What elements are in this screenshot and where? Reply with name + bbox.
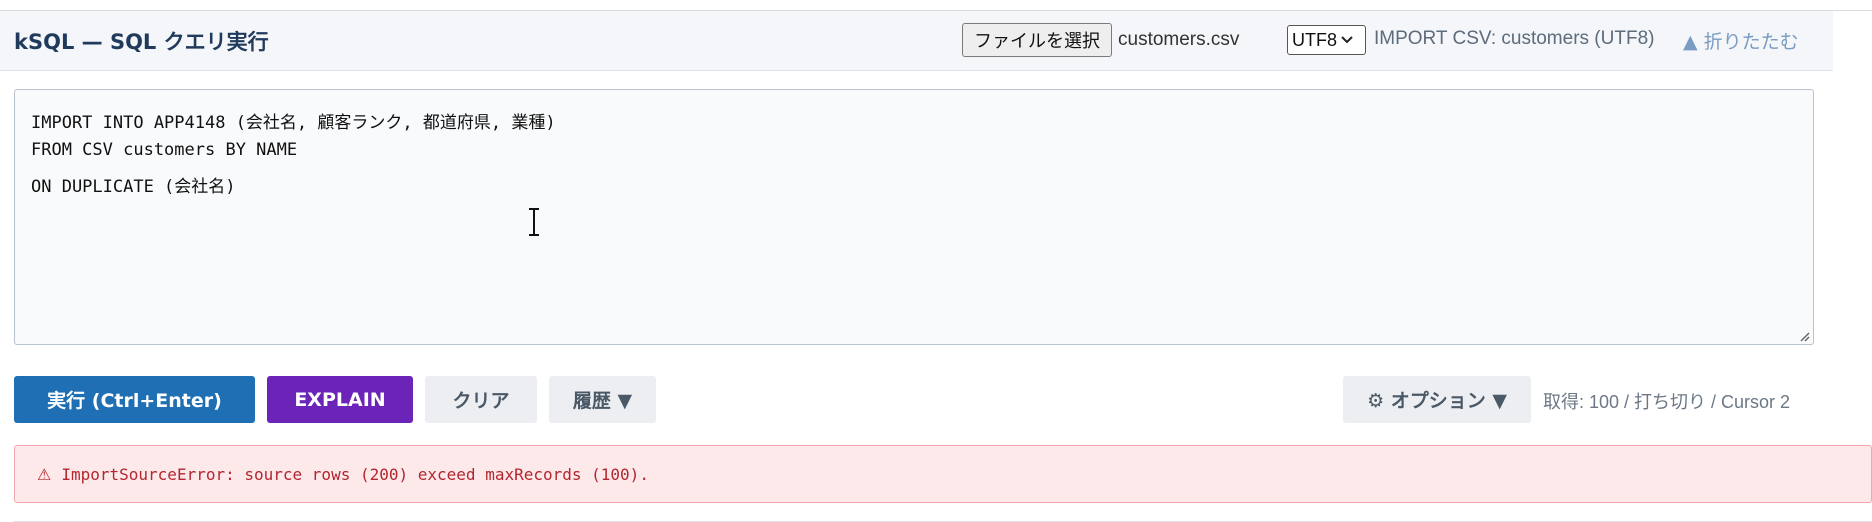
sql-editor[interactable]: IMPORT INTO APP4148 (会社名, 顧客ランク, 都道府県, 業…: [14, 89, 1814, 345]
code-line: IMPORT INTO APP4148 (会社名, 顧客ランク, 都道府県, 業…: [31, 113, 556, 133]
clear-button[interactable]: クリア: [425, 376, 537, 423]
encoding-select[interactable]: UTF8: [1287, 25, 1366, 55]
encoding-select-value: UTF8: [1292, 29, 1337, 50]
error-message-text: ImportSourceError: source rows (200) exc…: [61, 464, 649, 484]
fetch-status-text: 取得: 100 / 打ち切り / Cursor 2: [1543, 392, 1791, 412]
warning-icon: ⚠: [37, 464, 52, 484]
chevron-down-icon: [1341, 33, 1353, 47]
import-status-text: IMPORT CSV: customers (UTF8): [1374, 28, 1655, 49]
selected-file-name: customers.csv: [1118, 29, 1240, 50]
history-dropdown-button[interactable]: 履歴 ▼: [549, 376, 656, 423]
page-title: kSQL — SQL クエリ実行: [14, 30, 269, 54]
error-message-box: ⚠ ImportSourceError: source rows (200) e…: [14, 445, 1872, 503]
options-dropdown-button[interactable]: ⚙ オプション ▼: [1343, 376, 1531, 423]
run-button[interactable]: 実行 (Ctrl+Enter): [14, 376, 255, 423]
collapse-button[interactable]: ▲ 折りたたむ: [1683, 27, 1799, 54]
panel-header: kSQL — SQL クエリ実行 ファイルを選択 customers.csv U…: [0, 11, 1833, 71]
sql-query-panel: kSQL — SQL クエリ実行 ファイルを選択 customers.csv U…: [0, 10, 1872, 522]
text-cursor-icon: [526, 207, 542, 237]
code-line: ON DUPLICATE (会社名): [31, 177, 236, 197]
code-line: FROM CSV customers BY NAME: [31, 140, 298, 160]
explain-button[interactable]: EXPLAIN: [267, 376, 413, 423]
choose-file-button[interactable]: ファイルを選択: [962, 23, 1112, 57]
resize-handle-icon[interactable]: [1798, 329, 1810, 342]
